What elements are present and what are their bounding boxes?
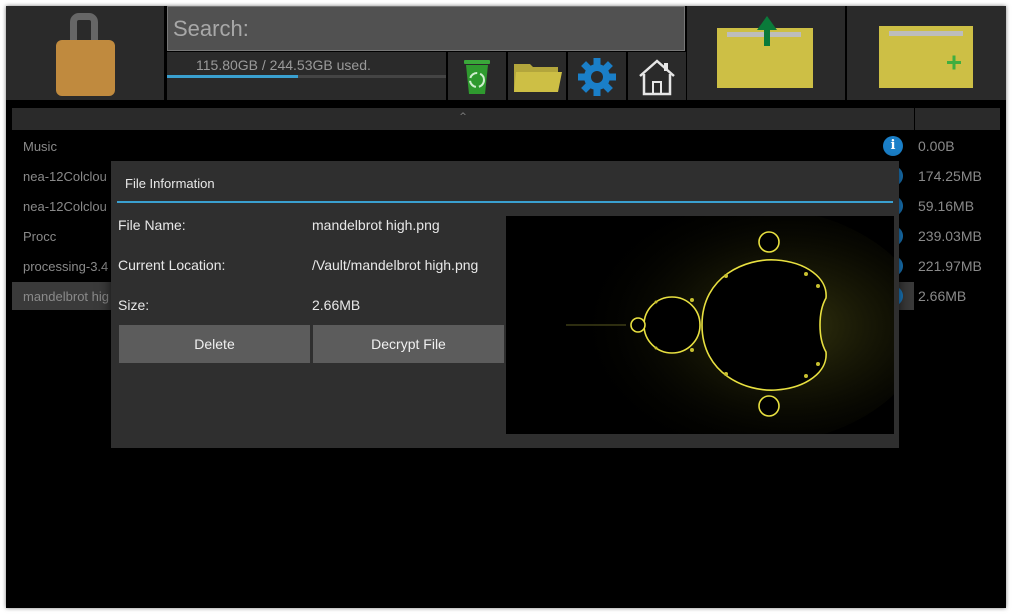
file-row-size: 221.97MB [918, 258, 982, 274]
upload-folder-button[interactable] [687, 6, 845, 100]
size-value: 2.66MB [312, 297, 361, 313]
recycle-bin-icon [464, 60, 490, 94]
image-preview [506, 216, 894, 434]
file-row-size: 239.03MB [918, 228, 982, 244]
new-folder-button[interactable] [847, 6, 1006, 100]
file-row-name: nea-12Colclou [23, 169, 107, 184]
file-name-value: mandelbrot high.png [312, 217, 440, 233]
file-row-size: 2.66MB [918, 288, 967, 304]
decrypt-file-button[interactable]: Decrypt File [313, 325, 504, 363]
file-row-name: mandelbrot hig [23, 289, 109, 304]
file-row-size: 59.16MB [918, 198, 975, 214]
search-input[interactable] [168, 7, 684, 50]
gear-icon [578, 58, 616, 96]
storage-progress-bar [167, 75, 446, 78]
file-row-name: processing-3.4 [23, 259, 109, 274]
folder-button[interactable] [508, 52, 566, 100]
new-folder-icon [879, 26, 973, 88]
home-icon [639, 59, 675, 96]
list-size-header[interactable] [915, 108, 1000, 130]
file-row-name: nea-12Colclou [23, 199, 107, 214]
upload-folder-icon [717, 16, 813, 88]
file-row-size: 174.25MB [918, 168, 982, 184]
app-window: 115.80GB / 244.53GB used. [6, 6, 1006, 608]
settings-button[interactable] [568, 52, 626, 100]
size-label: Size: [118, 297, 150, 313]
dialog-title-divider [117, 201, 893, 203]
file-row-name: Music [23, 139, 57, 154]
storage-usage-text: 115.80GB / 244.53GB used. [196, 57, 371, 73]
dialog-title: File Information [125, 176, 215, 191]
file-row-size: 0.00B [918, 138, 955, 154]
file-row-name: Procc [23, 229, 57, 244]
file-name-label: File Name: [118, 217, 186, 233]
sort-arrow-icon: ^ [459, 112, 467, 122]
delete-button[interactable]: Delete [119, 325, 310, 363]
file-row[interactable]: Music i [12, 132, 914, 160]
info-icon[interactable]: i [883, 136, 903, 156]
storage-progress-fill [167, 75, 299, 78]
recycle-bin-button[interactable] [448, 52, 506, 100]
search-box [167, 6, 685, 51]
list-sort-header[interactable]: ^ [12, 108, 914, 130]
home-button[interactable] [628, 52, 686, 100]
storage-usage: 115.80GB / 244.53GB used. [167, 52, 446, 100]
folder-icon [514, 64, 562, 92]
current-location-value: /Vault/mandelbrot high.png [312, 257, 479, 273]
file-information-dialog: File Information File Name: mandelbrot h… [111, 161, 899, 448]
current-location-label: Current Location: [118, 257, 226, 273]
lock-button[interactable] [6, 6, 164, 100]
